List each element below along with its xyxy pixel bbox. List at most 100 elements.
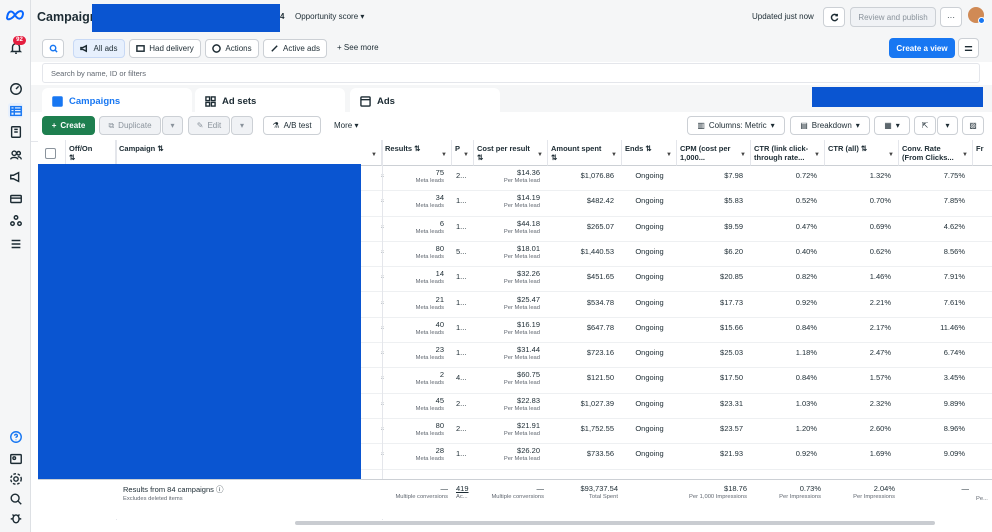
cell-conv-rate: 6.74%: [899, 343, 969, 368]
duplicate-dropdown[interactable]: ▾: [162, 116, 183, 135]
tab-ads[interactable]: Ads: [350, 88, 500, 114]
reports-dropdown[interactable]: ▦ ▾: [874, 116, 910, 135]
edit-button[interactable]: ✎ Edit: [188, 116, 230, 135]
search-icon[interactable]: [8, 491, 23, 506]
conv-rate-value: 8.96%: [943, 424, 965, 433]
all-ads-filter[interactable]: All ads: [73, 39, 125, 58]
cell-ctr-all: 2.60%: [825, 419, 895, 444]
breakdown-dropdown[interactable]: ▤ Breakdown ▾: [790, 116, 870, 135]
ads-megaphone-icon[interactable]: [8, 169, 23, 184]
tab-adsets[interactable]: Ad sets: [195, 88, 345, 114]
header-ctr-all[interactable]: CTR (all) ⇅ ▼: [825, 140, 899, 166]
horizontal-scrollbar[interactable]: [295, 521, 935, 525]
header-campaign[interactable]: Campaign ⇅ ▼: [116, 140, 382, 166]
billing-icon[interactable]: [8, 191, 23, 206]
create-button[interactable]: + Create: [42, 116, 95, 135]
cell-conv-rate: 9.89%: [899, 394, 969, 419]
duplicate-button[interactable]: ⧉ Duplicate: [99, 116, 161, 135]
chart-button[interactable]: ▨: [962, 116, 984, 135]
ctr-link-value: 0.92%: [795, 449, 817, 459]
header-p[interactable]: P ▼: [452, 140, 474, 166]
dashboard-icon[interactable]: [8, 81, 23, 96]
header-amount-spent[interactable]: Amount spent ⇅ ▼: [548, 140, 622, 166]
footer-ctr-all: 2.04% Per Impressions: [825, 484, 895, 500]
create-view-button[interactable]: Create a view: [889, 38, 955, 58]
cost-per-result-sub: Per Meta lead: [503, 380, 540, 387]
header-fr-label: Fr: [976, 144, 984, 153]
header-results[interactable]: Results ⇅ ▼: [382, 140, 452, 166]
tab-campaigns[interactable]: Campaigns: [42, 88, 192, 114]
help-icon[interactable]: [8, 429, 23, 444]
settings-gear-icon[interactable]: [8, 471, 23, 486]
meta-logo-icon[interactable]: [5, 8, 25, 21]
info-icon[interactable]: ⓘ: [216, 485, 224, 494]
pages-icon[interactable]: [8, 124, 23, 139]
media-icon[interactable]: [8, 451, 23, 466]
header-ctr-link[interactable]: CTR (link click-through rate... ▼: [751, 140, 825, 166]
ctr-link-value: 0.52%: [795, 196, 817, 206]
export-button[interactable]: ⇱: [914, 116, 936, 135]
footer-cpr-value: —: [536, 484, 545, 493]
header-conv-rate[interactable]: Conv. Rate (From Clicks... ▼: [899, 140, 973, 166]
header-ends[interactable]: Ends ⇅ ▼: [622, 140, 677, 166]
active-icon: [271, 45, 278, 52]
megaphone-icon: [80, 44, 88, 53]
results-value: 21: [435, 294, 444, 304]
footer-sub: Excludes deleted items: [123, 496, 183, 502]
ab-test-button[interactable]: ⚗ A/B test: [263, 116, 321, 135]
campaigns-table-icon[interactable]: [8, 103, 23, 118]
more-options-button[interactable]: ···: [940, 7, 962, 27]
ends-value: Ongoing: [635, 322, 664, 332]
refresh-button[interactable]: [823, 7, 845, 27]
actions-filter[interactable]: Actions: [205, 39, 259, 58]
cell-ctr-all: 0.69%: [825, 217, 895, 242]
header-cpm[interactable]: CPM (cost per 1,000... ▼: [677, 140, 751, 166]
results-value: 75: [435, 168, 444, 177]
copy-icon: ⧉: [108, 120, 115, 130]
export-dropdown[interactable]: ▾: [937, 116, 958, 135]
results-value: 14: [435, 269, 444, 279]
had-delivery-filter[interactable]: Had delivery: [129, 39, 201, 58]
header-offon[interactable]: Off/On ⇅: [66, 140, 116, 166]
ctr-all-value: 0.69%: [869, 221, 891, 231]
footer-amount: $93,737.54 Total Spent: [548, 484, 618, 500]
account-suffix: 4: [280, 12, 285, 21]
all-tools-menu-icon[interactable]: [8, 236, 23, 251]
columns-dropdown[interactable]: ▥ Columns: Metric ▾: [687, 116, 785, 135]
see-more-button[interactable]: + See more: [337, 43, 379, 52]
review-publish-button[interactable]: Review and publish: [850, 7, 936, 27]
cell-p: 1...: [452, 267, 474, 292]
business-apps-icon[interactable]: [8, 213, 23, 228]
cpm-value: $17.50: [720, 373, 743, 383]
search-input[interactable]: Search by name, ID or filters: [42, 63, 980, 83]
cell-amount-spent: $733.56: [548, 444, 618, 469]
cell-conv-rate: 7.61%: [899, 293, 969, 318]
header-ctr-all-label: CTR (all): [828, 144, 859, 153]
search-toggle-button[interactable]: [42, 39, 64, 58]
edit-dropdown[interactable]: ▾: [231, 116, 253, 135]
opportunity-score-dropdown[interactable]: Opportunity score ▾: [295, 12, 364, 21]
cell-results: 21 Meta leads: [382, 293, 448, 318]
cost-per-result-sub: Per Meta lead: [503, 203, 540, 210]
cell-ends: Ongoing: [622, 267, 677, 292]
bug-report-icon[interactable]: [8, 510, 23, 525]
more-button[interactable]: More ▾: [334, 121, 358, 130]
cell-cpm: $17.73: [677, 293, 747, 318]
header-fr[interactable]: Fr: [973, 140, 992, 166]
chevron-down-icon: ▼: [537, 152, 543, 158]
select-all-checkbox-cell[interactable]: [38, 140, 66, 166]
cost-per-result-value: $21.91: [517, 421, 540, 430]
active-ads-filter[interactable]: Active ads: [263, 39, 327, 58]
p-value: 1...: [456, 272, 467, 282]
audiences-icon[interactable]: [8, 147, 23, 162]
ends-value: Ongoing: [635, 424, 664, 433]
cell-ctr-link: 0.52%: [751, 191, 821, 216]
amount-spent-value: $1,440.53: [580, 246, 614, 256]
cell-p: 2...: [452, 394, 474, 419]
view-settings-button[interactable]: [958, 38, 979, 58]
cell-p: 5...: [452, 242, 474, 267]
header-cost-per-result[interactable]: Cost per result ⇅ ▼: [474, 140, 548, 166]
select-all-checkbox[interactable]: [45, 148, 56, 159]
cell-ctr-all: 2.32%: [825, 394, 895, 419]
delivery-icon: [136, 45, 146, 52]
